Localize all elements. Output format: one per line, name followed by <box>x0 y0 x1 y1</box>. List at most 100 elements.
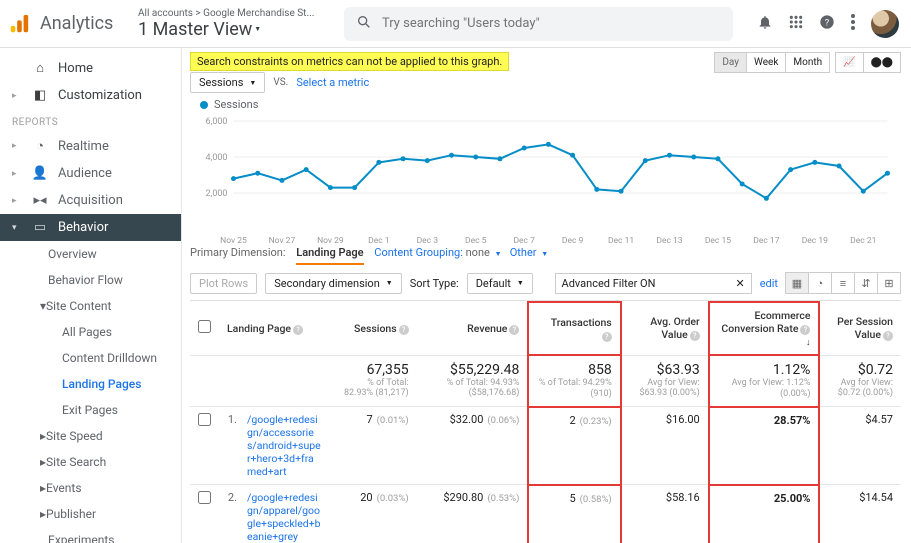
svg-text:Dec 21: Dec 21 <box>850 236 876 246</box>
line-chart[interactable]: 2,0004,0006,000Nov 25Nov 27Nov 29Dec 1De… <box>190 117 901 247</box>
svg-text:?: ? <box>825 17 830 28</box>
account-selector[interactable]: All accounts > Google Merchandise St... … <box>138 8 328 40</box>
nav-site-search[interactable]: ▸ Site Search <box>0 449 181 475</box>
view-percentage-icon[interactable]: ◔ <box>808 272 832 294</box>
row-checkbox[interactable] <box>198 413 211 426</box>
svg-text:Dec 15: Dec 15 <box>705 236 731 246</box>
nav-behavior[interactable]: ▾▭Behavior <box>0 214 181 241</box>
view-performance-icon[interactable]: ≡ <box>831 272 855 294</box>
col-aov[interactable]: Avg. Order Value? <box>621 302 709 355</box>
summary-row: 67,355% of Total: 82.93% (81,217) $55,22… <box>190 355 901 407</box>
granularity-week[interactable]: Week <box>746 52 786 73</box>
col-sessions[interactable]: Sessions? <box>330 302 417 355</box>
chart-controls: Sessions▼ VS. Select a metric <box>190 72 369 93</box>
nav-behavior-flow[interactable]: Behavior Flow <box>0 267 181 293</box>
nav-publisher[interactable]: ▸ Publisher <box>0 501 181 527</box>
nav-all-pages[interactable]: All Pages <box>0 319 181 345</box>
svg-text:Dec 1: Dec 1 <box>368 236 389 246</box>
svg-text:Dec 3: Dec 3 <box>417 236 439 246</box>
acquisition-icon: ▸◂ <box>32 193 48 208</box>
table-controls: Plot Rows Secondary dimension ▼ Sort Typ… <box>190 272 901 294</box>
svg-text:2,000: 2,000 <box>205 189 227 199</box>
vs-label: VS. <box>273 77 288 88</box>
col-per-session[interactable]: Per Session Value? <box>819 302 901 355</box>
svg-text:Dec 5: Dec 5 <box>465 236 487 246</box>
select-metric-link[interactable]: Select a metric <box>296 76 369 89</box>
row-checkbox[interactable] <box>198 491 211 504</box>
view-comparison-icon[interactable]: ⇵ <box>854 272 878 294</box>
app-header: Analytics All accounts > Google Merchand… <box>0 0 911 48</box>
sessions-chart: Sessions 2,0004,0006,000Nov 25Nov 27Nov … <box>190 98 901 250</box>
dim-content-grouping[interactable]: Content Grouping: none ▼ <box>374 246 501 259</box>
nav-events[interactable]: ▸ Events <box>0 475 181 501</box>
view-pivot-icon[interactable]: ⊞ <box>877 272 901 294</box>
content: Search constraints on metrics can not be… <box>182 48 911 543</box>
nav-home[interactable]: ⌂Home <box>0 54 181 82</box>
nav-customization[interactable]: ▸◧Customization <box>0 82 181 109</box>
plot-rows-button[interactable]: Plot Rows <box>190 273 257 294</box>
col-ecr[interactable]: Ecommerce Conversion Rate?↓ <box>709 302 820 355</box>
svg-text:Dec 9: Dec 9 <box>562 236 584 246</box>
account-breadcrumb: All accounts > Google Merchandise St... <box>138 8 328 19</box>
reports-label: REPORTS <box>0 109 181 132</box>
svg-text:6,000: 6,000 <box>205 117 227 127</box>
data-table: Landing Page? Sessions? Revenue? Transac… <box>190 300 901 543</box>
granularity-day[interactable]: Day <box>714 52 747 73</box>
sidebar: ⌂Home ▸◧Customization REPORTS ▸◔Realtime… <box>0 48 182 543</box>
svg-text:Dec 7: Dec 7 <box>513 236 535 246</box>
time-controls: Day Week Month 📈 ⬤⬤ <box>715 52 901 73</box>
landing-page-link[interactable]: /google+redesign/accessories/android+sup… <box>247 413 322 478</box>
metric-selector[interactable]: Sessions▼ <box>190 72 265 93</box>
nav-site-speed[interactable]: ▸ Site Speed <box>0 423 181 449</box>
landing-page-link[interactable]: /google+redesign/apparel/google+speckled… <box>247 491 322 543</box>
sort-type-select[interactable]: Default ▼ <box>467 273 533 294</box>
nav-exit-pages[interactable]: Exit Pages <box>0 397 181 423</box>
select-all-checkbox[interactable] <box>198 320 211 333</box>
clear-filter-icon[interactable]: ✕ <box>735 277 744 290</box>
col-transactions[interactable]: Transactions? <box>528 302 620 355</box>
search-icon <box>356 14 372 34</box>
col-revenue[interactable]: Revenue? <box>417 302 529 355</box>
analytics-logo-icon <box>8 13 30 35</box>
help-icon[interactable]: ? <box>819 14 835 33</box>
col-landing-page[interactable]: Landing Page? <box>219 302 330 355</box>
dim-landing-page[interactable]: Landing Page <box>296 246 363 265</box>
header-icons: ? <box>757 10 899 38</box>
advanced-filter[interactable]: Advanced Filter ON✕ <box>555 273 752 294</box>
nav-audience[interactable]: ▸👤Audience <box>0 160 181 187</box>
legend-label: Sessions <box>214 98 258 111</box>
edit-filter-link[interactable]: edit <box>760 277 778 290</box>
granularity-month[interactable]: Month <box>785 52 830 73</box>
notifications-icon[interactable] <box>757 14 773 33</box>
nav-realtime[interactable]: ▸◔Realtime <box>0 132 181 160</box>
search-input[interactable] <box>382 16 721 31</box>
nav-site-content[interactable]: ▾ Site Content <box>0 293 181 319</box>
svg-text:Nov 25: Nov 25 <box>220 236 247 246</box>
clock-icon: ◔ <box>32 138 48 154</box>
product-name: Analytics <box>40 13 113 34</box>
nav-overview[interactable]: Overview <box>0 241 181 267</box>
apps-icon[interactable] <box>789 15 803 32</box>
view-toggles: ▦ ◔ ≡ ⇵ ⊞ <box>786 272 901 294</box>
nav-experiments[interactable]: Experiments <box>0 527 181 543</box>
table-row: 2. /google+redesign/apparel/google+speck… <box>190 485 901 543</box>
svg-text:Dec 13: Dec 13 <box>656 236 682 246</box>
dim-other[interactable]: Other ▼ <box>510 246 548 259</box>
chart-line-icon[interactable]: 📈 <box>835 52 863 73</box>
svg-text:Dec 17: Dec 17 <box>753 236 779 246</box>
search-bar[interactable] <box>344 7 733 41</box>
chart-motion-icon[interactable]: ⬤⬤ <box>863 52 901 73</box>
customization-icon: ◧ <box>32 88 48 103</box>
svg-text:Nov 29: Nov 29 <box>317 236 344 246</box>
secondary-dimension[interactable]: Secondary dimension ▼ <box>265 273 402 294</box>
nav-acquisition[interactable]: ▸▸◂Acquisition <box>0 187 181 214</box>
nav-content-drilldown[interactable]: Content Drilldown <box>0 345 181 371</box>
nav-landing-pages[interactable]: Landing Pages <box>0 371 181 397</box>
legend-dot-icon <box>200 101 208 109</box>
more-icon[interactable] <box>851 14 855 33</box>
primary-dimension: Primary Dimension: Landing Page Content … <box>190 246 548 259</box>
person-icon: 👤 <box>32 166 48 181</box>
user-avatar[interactable] <box>871 10 899 38</box>
view-table-icon[interactable]: ▦ <box>785 272 809 294</box>
svg-text:Dec 19: Dec 19 <box>802 236 828 246</box>
